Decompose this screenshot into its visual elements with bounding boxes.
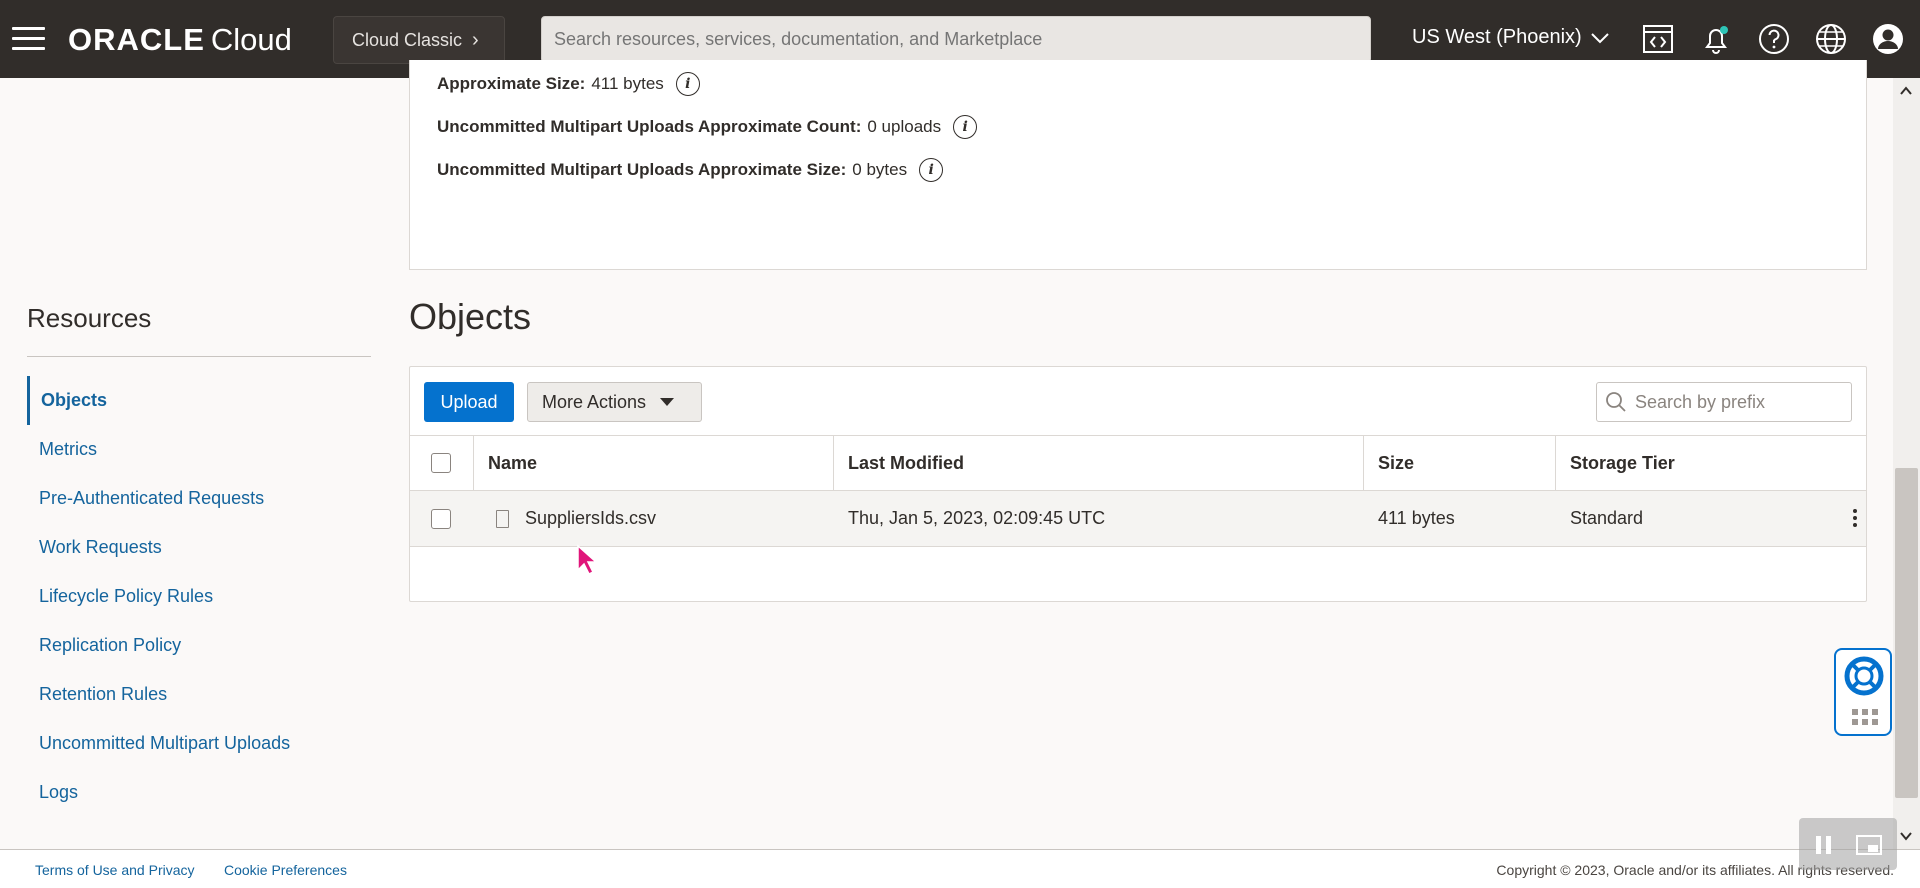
object-size: 411 bytes (1378, 508, 1455, 528)
multipart-size-row: Uncommitted Multipart Uploads Approximat… (437, 158, 944, 182)
divider (27, 356, 371, 357)
menu-icon[interactable] (12, 27, 45, 51)
resources-nav: Objects Metrics Pre-Authenticated Reques… (27, 376, 371, 817)
resource-item-logs[interactable]: Logs (27, 768, 371, 817)
resources-heading: Resources (27, 303, 152, 333)
select-all-cell (431, 436, 451, 490)
prefix-search-input[interactable] (1635, 391, 1835, 413)
row-checkbox[interactable] (431, 508, 451, 529)
caret-down-icon (660, 398, 675, 406)
globe-icon[interactable] (1814, 22, 1848, 56)
column-header-storage-tier[interactable]: Storage Tier (1570, 436, 1675, 490)
table-row[interactable]: SuppliersIds.csv Thu, Jan 5, 2023, 02:09… (410, 491, 1866, 547)
code-editor-icon[interactable] (1641, 22, 1675, 56)
column-separator (1555, 436, 1556, 490)
pause-icon[interactable] (1813, 834, 1835, 856)
select-all-checkbox[interactable] (431, 453, 451, 473)
column-separator (833, 436, 834, 490)
region-label: US West (Phoenix) (1412, 26, 1582, 48)
scroll-up-icon[interactable] (1899, 84, 1913, 98)
info-label: Uncommitted Multipart Uploads Approximat… (437, 117, 862, 136)
objects-panel: Upload More Actions Name Last Modified S… (409, 366, 1867, 602)
logo-brand: ORACLE (68, 22, 205, 57)
help-widget[interactable] (1834, 648, 1892, 736)
row-select-cell (431, 491, 451, 546)
resource-item-retention-rules[interactable]: Retention Rules (27, 670, 371, 719)
column-separator (1363, 436, 1364, 490)
page-footer: Terms of Use and Privacy Cookie Preferen… (0, 849, 1920, 888)
objects-table-header: Name Last Modified Size Storage Tier (410, 435, 1866, 491)
object-name[interactable]: SuppliersIds.csv (525, 508, 656, 529)
page-scrollbar[interactable] (1893, 78, 1920, 849)
mouse-pointer-icon (577, 544, 598, 576)
info-icon[interactable]: i (919, 158, 944, 182)
file-icon (496, 509, 509, 528)
info-value: 411 bytes (591, 74, 664, 93)
info-value: 0 uploads (867, 117, 942, 136)
info-value: 0 bytes (852, 160, 908, 179)
resource-item-objects[interactable]: Objects (27, 376, 371, 425)
user-icon[interactable] (1871, 22, 1905, 56)
cloud-classic-button[interactable]: Cloud Classic › (333, 16, 505, 64)
object-storage-tier: Standard (1570, 508, 1644, 528)
global-search-input[interactable] (541, 16, 1371, 63)
cookie-preferences-link[interactable]: Cookie Preferences (224, 862, 347, 878)
info-icon[interactable]: i (953, 115, 978, 139)
more-actions-button[interactable]: More Actions (527, 382, 702, 422)
column-separator (473, 436, 474, 490)
resource-item-uncommitted-multipart-uploads[interactable]: Uncommitted Multipart Uploads (27, 719, 371, 768)
more-actions-label: More Actions (542, 391, 647, 412)
resource-item-work-requests[interactable]: Work Requests (27, 523, 371, 572)
column-header-name[interactable]: Name (488, 436, 537, 490)
video-overlay-controls[interactable] (1799, 818, 1897, 870)
info-label: Approximate Size: (437, 74, 586, 93)
chevron-down-icon (1590, 32, 1609, 43)
upload-button[interactable]: Upload (424, 382, 514, 422)
bucket-details-card: Approximate Size: 411 bytes i Uncommitte… (409, 60, 1867, 270)
scroll-down-icon[interactable] (1899, 829, 1913, 843)
column-header-last-modified[interactable]: Last Modified (848, 436, 964, 490)
resource-item-metrics[interactable]: Metrics (27, 425, 371, 474)
grid-icon (1852, 709, 1878, 725)
kebab-icon[interactable] (1853, 509, 1859, 531)
chevron-right-icon: › (472, 28, 479, 51)
oracle-cloud-logo[interactable]: ORACLE Cloud (68, 22, 292, 58)
resource-item-lifecycle-policy-rules[interactable]: Lifecycle Policy Rules (27, 572, 371, 621)
resource-item-replication-policy[interactable]: Replication Policy (27, 621, 371, 670)
help-icon[interactable] (1757, 22, 1791, 56)
info-label: Uncommitted Multipart Uploads Approximat… (437, 160, 847, 179)
resource-item-pre-authenticated-requests[interactable]: Pre-Authenticated Requests (27, 474, 371, 523)
cloud-classic-label: Cloud Classic (352, 29, 463, 50)
column-header-size[interactable]: Size (1378, 436, 1414, 490)
region-selector[interactable]: US West (Phoenix) (1412, 26, 1610, 49)
terms-link[interactable]: Terms of Use and Privacy (35, 862, 195, 878)
lifebuoy-icon (1844, 656, 1884, 696)
object-last-modified: Thu, Jan 5, 2023, 02:09:45 UTC (848, 508, 1106, 528)
object-name-cell[interactable]: SuppliersIds.csv (496, 491, 656, 546)
info-icon[interactable]: i (675, 72, 700, 96)
approximate-size-row: Approximate Size: 411 bytes i (437, 72, 700, 96)
picture-in-picture-icon[interactable] (1855, 834, 1883, 856)
scrollbar-thumb[interactable] (1895, 468, 1918, 798)
search-icon (1606, 392, 1626, 412)
multipart-count-row: Uncommitted Multipart Uploads Approximat… (437, 115, 978, 139)
logo-product: Cloud (210, 22, 292, 57)
prefix-search-box[interactable] (1596, 382, 1852, 422)
bell-icon[interactable] (1699, 22, 1733, 56)
objects-heading: Objects (409, 296, 532, 337)
